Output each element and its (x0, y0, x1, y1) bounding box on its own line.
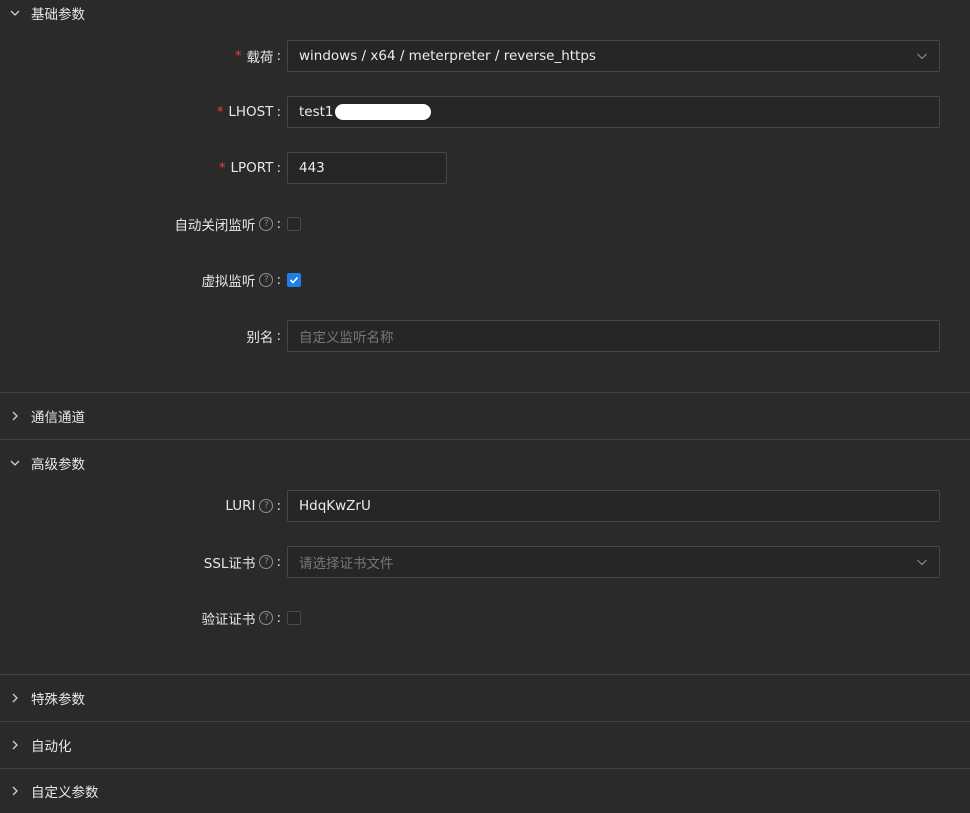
verify-cert-checkbox[interactable] (287, 611, 301, 625)
form-row-virtual: 虚拟监听 ? : (0, 264, 970, 296)
panel-header-basic[interactable]: 基础参数 (0, 0, 970, 36)
panel-title: 特殊参数 (31, 692, 85, 708)
lhost-input[interactable]: test1 (287, 96, 940, 128)
ssl-cert-label: SSL证书 ? : (203, 554, 281, 572)
payload-select[interactable]: windows / x64 / meterpreter / reverse_ht… (287, 40, 940, 72)
panel-title: 高级参数 (31, 457, 85, 473)
chevron-right-icon (8, 691, 22, 705)
auto-close-checkbox[interactable] (287, 217, 301, 231)
panel-title: 自动化 (31, 739, 72, 755)
luri-label: LURI ? : (225, 498, 281, 514)
form-row-verify-cert: 验证证书 ? : (0, 602, 970, 634)
help-icon[interactable]: ? (259, 499, 274, 513)
panel-header-comm[interactable]: 通信通道 (0, 393, 970, 439)
ssl-cert-select[interactable]: 请选择证书文件 (287, 546, 940, 578)
help-icon[interactable]: ? (259, 273, 274, 287)
lport-label: * LPORT : (219, 160, 281, 176)
lhost-label: * LHOST : (216, 104, 281, 120)
luri-input[interactable]: HdqKwZrU (287, 490, 940, 522)
chevron-right-icon (8, 738, 22, 752)
verify-cert-label: 验证证书 ? : (201, 610, 281, 628)
panel-header-advanced[interactable]: 高级参数 (0, 440, 970, 486)
required-mark: * (216, 104, 224, 120)
panel-title: 自定义参数 (31, 785, 99, 801)
chevron-down-icon (8, 6, 22, 20)
chevron-down-icon (916, 556, 928, 572)
panel-header-special[interactable]: 特殊参数 (0, 675, 970, 721)
redaction-mark (334, 104, 431, 120)
auto-close-label: 自动关闭监听 ? : (174, 216, 281, 234)
virtual-checkbox[interactable] (287, 273, 301, 287)
panel-header-automation[interactable]: 自动化 (0, 722, 970, 768)
chevron-down-icon (916, 50, 928, 66)
check-icon (289, 276, 299, 284)
form-row-lport: * LPORT : (0, 152, 970, 184)
chevron-right-icon (8, 784, 22, 798)
form-row-auto-close: 自动关闭监听 ? : (0, 208, 970, 240)
help-icon[interactable]: ? (259, 611, 274, 625)
help-icon[interactable]: ? (259, 217, 274, 231)
lport-input[interactable]: 443 (287, 152, 447, 184)
alias-input[interactable]: 自定义监听名称 (287, 320, 940, 352)
help-icon[interactable]: ? (259, 555, 274, 569)
chevron-right-icon (8, 409, 22, 423)
chevron-down-icon (8, 456, 22, 470)
payload-label: * 载荷 : (234, 48, 281, 66)
alias-label: 别名 : (246, 328, 281, 346)
required-mark: * (234, 48, 242, 64)
required-mark: * (219, 160, 226, 176)
virtual-label: 虚拟监听 ? : (201, 272, 281, 290)
panel-title: 基础参数 (31, 7, 85, 23)
panel-title: 通信通道 (31, 410, 85, 426)
panel-header-custom[interactable]: 自定义参数 (0, 769, 970, 813)
